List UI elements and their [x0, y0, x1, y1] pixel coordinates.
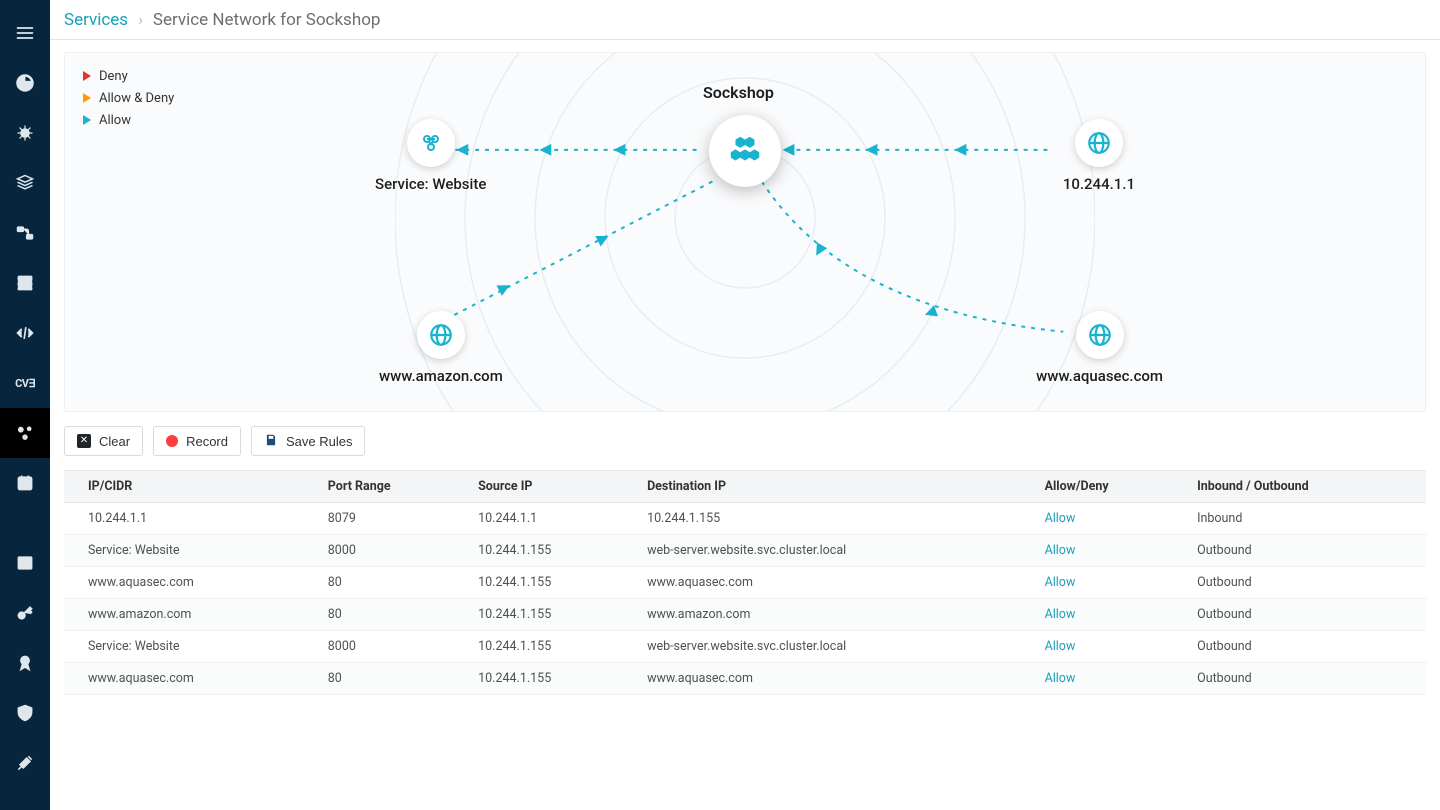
cell-ip: 10.244.1.1: [64, 503, 318, 535]
cell-ip: www.aquasec.com: [64, 567, 318, 599]
cell-src: 10.244.1.1: [468, 503, 637, 535]
nav-form[interactable]: [0, 538, 50, 588]
nav-cve[interactable]: CV∃: [0, 358, 50, 408]
main: Services › Service Network for Sockshop …: [50, 0, 1440, 810]
col-dir[interactable]: Inbound / Outbound: [1187, 471, 1426, 503]
cell-ip: www.aquasec.com: [64, 663, 318, 695]
table-header-row: IP/CIDR Port Range Source IP Destination…: [64, 471, 1426, 503]
nav-tools[interactable]: [0, 738, 50, 788]
nav-key[interactable]: [0, 588, 50, 638]
action-buttons: ✕ Clear Record Save Rules: [64, 426, 1426, 456]
cell-dst: 10.244.1.155: [637, 503, 1035, 535]
node-amazon[interactable]: www.amazon.com: [379, 311, 503, 385]
save-rules-button[interactable]: Save Rules: [251, 426, 365, 456]
cell-allow-deny[interactable]: Allow: [1035, 663, 1188, 695]
nav-ship-wheel[interactable]: [0, 108, 50, 158]
cell-dst: web-server.website.svc.cluster.local: [637, 631, 1035, 663]
node-website[interactable]: Service: Website: [375, 119, 486, 193]
cell-dir: Outbound: [1187, 535, 1426, 567]
cell-dir: Outbound: [1187, 599, 1426, 631]
cell-dir: Outbound: [1187, 631, 1426, 663]
cell-src: 10.244.1.155: [468, 631, 637, 663]
breadcrumb-root[interactable]: Services: [64, 10, 128, 30]
nav-services[interactable]: [0, 408, 50, 458]
col-ad[interactable]: Allow/Deny: [1035, 471, 1188, 503]
col-src[interactable]: Source IP: [468, 471, 637, 503]
nav-layers[interactable]: [0, 158, 50, 208]
cell-allow-deny[interactable]: Allow: [1035, 503, 1188, 535]
node-aquasec[interactable]: www.aquasec.com: [1036, 311, 1163, 385]
save-icon: [264, 433, 278, 450]
cell-dir: Inbound: [1187, 503, 1426, 535]
table-row[interactable]: Service: Website800010.244.1.155web-serv…: [64, 631, 1426, 663]
table-row[interactable]: www.aquasec.com8010.244.1.155www.aquasec…: [64, 663, 1426, 695]
globe-icon: [428, 322, 454, 348]
cell-dst: www.aquasec.com: [637, 663, 1035, 695]
cell-dir: Outbound: [1187, 567, 1426, 599]
nav-servers[interactable]: [0, 258, 50, 308]
table-row[interactable]: 10.244.1.1807910.244.1.110.244.1.155Allo…: [64, 503, 1426, 535]
nav-code[interactable]: [0, 308, 50, 358]
col-port[interactable]: Port Range: [318, 471, 468, 503]
cell-port: 8079: [318, 503, 468, 535]
node-center[interactable]: [709, 115, 781, 187]
hamburger-icon[interactable]: [0, 8, 50, 58]
table-row[interactable]: Service: Website800010.244.1.155web-serv…: [64, 535, 1426, 567]
cell-src: 10.244.1.155: [468, 663, 637, 695]
cell-dst: www.aquasec.com: [637, 567, 1035, 599]
nav-badge[interactable]: [0, 638, 50, 688]
cell-port: 8000: [318, 535, 468, 567]
nav-network[interactable]: [0, 208, 50, 258]
cell-src: 10.244.1.155: [468, 535, 637, 567]
nav-shield[interactable]: [0, 688, 50, 738]
record-button[interactable]: Record: [153, 426, 241, 456]
globe-icon: [1087, 322, 1113, 348]
cell-ip: www.amazon.com: [64, 599, 318, 631]
cell-dst: web-server.website.svc.cluster.local: [637, 535, 1035, 567]
col-dst[interactable]: Destination IP: [637, 471, 1035, 503]
nav-dashboard[interactable]: [0, 58, 50, 108]
table-row[interactable]: www.aquasec.com8010.244.1.155www.aquasec…: [64, 567, 1426, 599]
breadcrumb: Services › Service Network for Sockshop: [50, 0, 1440, 40]
cell-ip: Service: Website: [64, 631, 318, 663]
clear-icon: ✕: [77, 434, 91, 448]
record-icon: [166, 435, 178, 447]
cell-allow-deny[interactable]: Allow: [1035, 599, 1188, 631]
rules-table: IP/CIDR Port Range Source IP Destination…: [64, 470, 1426, 695]
graph-edges: [65, 53, 1425, 409]
cell-dir: Outbound: [1187, 663, 1426, 695]
cell-src: 10.244.1.155: [468, 599, 637, 631]
table-row[interactable]: www.amazon.com8010.244.1.155www.amazon.c…: [64, 599, 1426, 631]
chevron-right-icon: ›: [138, 10, 143, 29]
mini-cluster-icon: [419, 131, 443, 155]
cell-allow-deny[interactable]: Allow: [1035, 535, 1188, 567]
cell-allow-deny[interactable]: Allow: [1035, 567, 1188, 599]
nav-calendar[interactable]: [0, 458, 50, 508]
cell-port: 80: [318, 599, 468, 631]
cell-port: 80: [318, 663, 468, 695]
cell-src: 10.244.1.155: [468, 567, 637, 599]
cell-dst: www.amazon.com: [637, 599, 1035, 631]
sidebar: CV∃: [0, 0, 50, 810]
cell-port: 8000: [318, 631, 468, 663]
col-ip[interactable]: IP/CIDR: [64, 471, 318, 503]
cell-ip: Service: Website: [64, 535, 318, 567]
globe-icon: [1086, 130, 1112, 156]
cell-port: 80: [318, 567, 468, 599]
network-graph: Deny Allow & Deny Allow: [64, 52, 1426, 412]
clear-button[interactable]: ✕ Clear: [64, 426, 143, 456]
node-ip[interactable]: 10.244.1.1: [1063, 119, 1135, 193]
cluster-icon: [726, 132, 764, 170]
breadcrumb-current: Service Network for Sockshop: [153, 10, 381, 30]
cell-allow-deny[interactable]: Allow: [1035, 631, 1188, 663]
